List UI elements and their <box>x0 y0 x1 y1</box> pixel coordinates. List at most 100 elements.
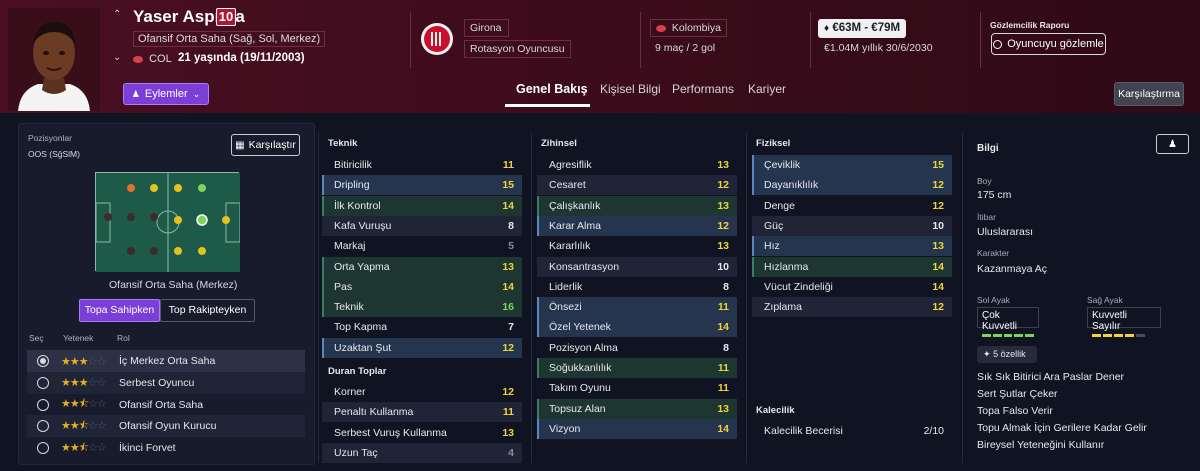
attribute-row[interactable]: Uzun Taç 4 <box>322 442 522 463</box>
role-radio[interactable] <box>37 355 49 367</box>
attribute-value: 12 <box>502 341 514 354</box>
attribute-row[interactable]: Konsantrasyon 10 <box>537 256 737 277</box>
role-radio[interactable] <box>37 420 49 433</box>
attribute-row[interactable]: Vizyon 14 <box>537 418 737 439</box>
nation-box[interactable]: Kolombiya <box>650 19 727 37</box>
character-label: Karakter <box>977 248 1010 258</box>
next-player-icon[interactable]: ⌄ <box>113 52 121 63</box>
left-foot-value: Çok Kuvvetli <box>982 310 1018 332</box>
attribute-row[interactable]: Önsezi 11 <box>537 297 737 318</box>
attribute-row[interactable]: Çalışkanlık 13 <box>537 195 737 216</box>
attribute-row[interactable]: Dripling 15 <box>322 175 522 196</box>
role-stars: ★★⯪☆☆ <box>61 398 107 411</box>
transfer-value: ♦ €63M - €79M <box>818 19 907 38</box>
attribute-row[interactable]: Güç 10 <box>752 215 952 236</box>
attribute-row[interactable]: Çeviklik 15 <box>752 155 952 175</box>
attribute-row[interactable]: Agresiflik 13 <box>537 155 737 175</box>
attribute-name: Teknik <box>334 301 364 314</box>
attribute-row[interactable]: Soğukkanlılık 11 <box>537 358 737 378</box>
compare-positions-button[interactable]: ▦ Karşılaştır <box>231 134 300 156</box>
tab-performance[interactable]: Performans <box>672 82 734 96</box>
club-name[interactable]: Girona <box>464 19 509 37</box>
attribute-name: Vizyon <box>549 422 581 435</box>
role-row[interactable]: ★★★☆☆ İç Merkez Orta Saha <box>27 350 305 372</box>
tab-personal[interactable]: Kişisel Bilgi <box>600 82 661 96</box>
attribute-row[interactable]: Teknik 16 <box>322 297 522 318</box>
attribute-value: 11 <box>717 301 729 314</box>
attribute-row[interactable]: Özel Yetenek 14 <box>537 317 737 338</box>
club-logo[interactable] <box>420 22 454 56</box>
attribute-row[interactable]: Cesaret 12 <box>537 175 737 196</box>
value-range: €63M - €79M <box>832 22 901 34</box>
role-name: İkinci Forvet <box>119 442 176 455</box>
attribute-row[interactable]: Hızlanma 14 <box>752 256 952 277</box>
tab-overview[interactable]: Genel Bakış <box>516 82 588 96</box>
role-stars: ★★⯪☆☆ <box>61 441 107 454</box>
out-of-possession-toggle[interactable]: Top Rakipteyken <box>160 299 255 322</box>
divider <box>962 133 963 463</box>
attribute-name: Dayanıklılık <box>764 179 819 192</box>
attribute-row[interactable]: Top Kapma 7 <box>322 317 522 337</box>
attribute-row[interactable]: Takım Oyunu 11 <box>537 378 737 398</box>
nation-name: Kolombiya <box>671 22 721 34</box>
attribute-value: 11 <box>717 382 729 395</box>
tab-career[interactable]: Kariyer <box>748 82 786 96</box>
prev-player-icon[interactable]: ⌃ <box>113 9 121 20</box>
info-options-button[interactable]: ♟ <box>1156 134 1189 154</box>
attribute-row[interactable]: Pozisyon Alma 8 <box>537 338 737 358</box>
role-row[interactable]: ★★★☆☆ Serbest Oyuncu <box>27 371 305 394</box>
role-row[interactable]: ★★⯪☆☆ Ofansif Oyun Kurucu <box>27 415 305 438</box>
attribute-row[interactable]: Dayanıklılık 12 <box>752 175 952 196</box>
position-code: OOS (SğSlM) <box>28 149 80 159</box>
attribute-row[interactable]: Markaj 5 <box>322 236 522 256</box>
attribute-row[interactable]: Karar Alma 12 <box>537 215 737 236</box>
foot-bar <box>992 334 1002 337</box>
attribute-value: 13 <box>502 260 514 273</box>
role-radio[interactable] <box>37 398 49 411</box>
attribute-name: Orta Yapma <box>334 260 390 273</box>
goalkeeping-row[interactable]: Kalecilik Becerisi 2/10 <box>752 421 952 441</box>
attribute-row[interactable]: Pas 14 <box>322 276 522 297</box>
role-radio[interactable] <box>37 376 49 389</box>
squad-role: Rotasyon Oyuncusu <box>464 40 571 58</box>
player-photo <box>8 8 100 111</box>
left-foot-bars <box>982 334 1034 337</box>
caps-goals: 9 maç / 2 gol <box>655 42 716 54</box>
in-possession-toggle[interactable]: Topa Sahipken <box>79 299 160 322</box>
attribute-row[interactable]: Kafa Vuruşu 8 <box>322 215 522 236</box>
compare-button[interactable]: Karşılaştırma <box>1114 82 1184 106</box>
attribute-row[interactable]: Topsuz Alan 13 <box>537 398 737 419</box>
role-stars: ★★⯪☆☆ <box>61 419 107 432</box>
attribute-row[interactable]: Penaltı Kullanma 11 <box>322 402 522 423</box>
flag-icon <box>133 55 143 63</box>
trait-item: Bireysel Yeteneğini Kullanır <box>977 439 1105 451</box>
person-options-icon: ♟ <box>1168 138 1177 150</box>
attribute-row[interactable]: Liderlik 8 <box>537 277 737 297</box>
attribute-value: 13 <box>717 199 729 212</box>
actions-button[interactable]: ♟ Eylemler ⌄ <box>123 83 209 105</box>
attribute-row[interactable]: Kararlılık 13 <box>537 236 737 256</box>
attribute-row[interactable]: İlk Kontrol 14 <box>322 195 522 216</box>
attribute-value: 7 <box>508 321 514 334</box>
position-pitch <box>95 172 241 272</box>
divider <box>531 133 532 463</box>
attribute-row[interactable]: Zıplama 12 <box>752 297 952 318</box>
attribute-row[interactable]: Uzaktan Şut 12 <box>322 337 522 358</box>
role-row[interactable]: ★★⯪☆☆ İkinci Forvet <box>27 437 305 459</box>
role-name: Ofansif Oyun Kurucu <box>119 420 217 433</box>
role-row[interactable]: ★★⯪☆☆ Ofansif Orta Saha <box>27 394 305 416</box>
attribute-row[interactable]: Serbest Vuruş Kullanma 13 <box>322 423 522 443</box>
player-positions: Ofansif Orta Saha (Sağ, Sol, Merkez) <box>133 31 326 47</box>
attribute-row[interactable]: Bitiricilik 11 <box>322 155 522 175</box>
search-icon <box>993 39 1003 49</box>
attribute-row[interactable]: Orta Yapma 13 <box>322 256 522 277</box>
features-label: 5 özellik <box>993 349 1026 359</box>
features-button[interactable]: ✦ 5 özellik <box>977 346 1037 363</box>
attribute-row[interactable]: Denge 12 <box>752 196 952 216</box>
attribute-row[interactable]: Vücut Zindeliği 14 <box>752 277 952 297</box>
attribute-row[interactable]: Hız 13 <box>752 236 952 257</box>
attribute-row[interactable]: Korner 12 <box>322 382 522 402</box>
role-radio[interactable] <box>37 442 49 455</box>
col-ability: Yetenek <box>63 333 94 343</box>
scout-player-button[interactable]: Oyuncuyu gözlemle <box>991 33 1106 55</box>
